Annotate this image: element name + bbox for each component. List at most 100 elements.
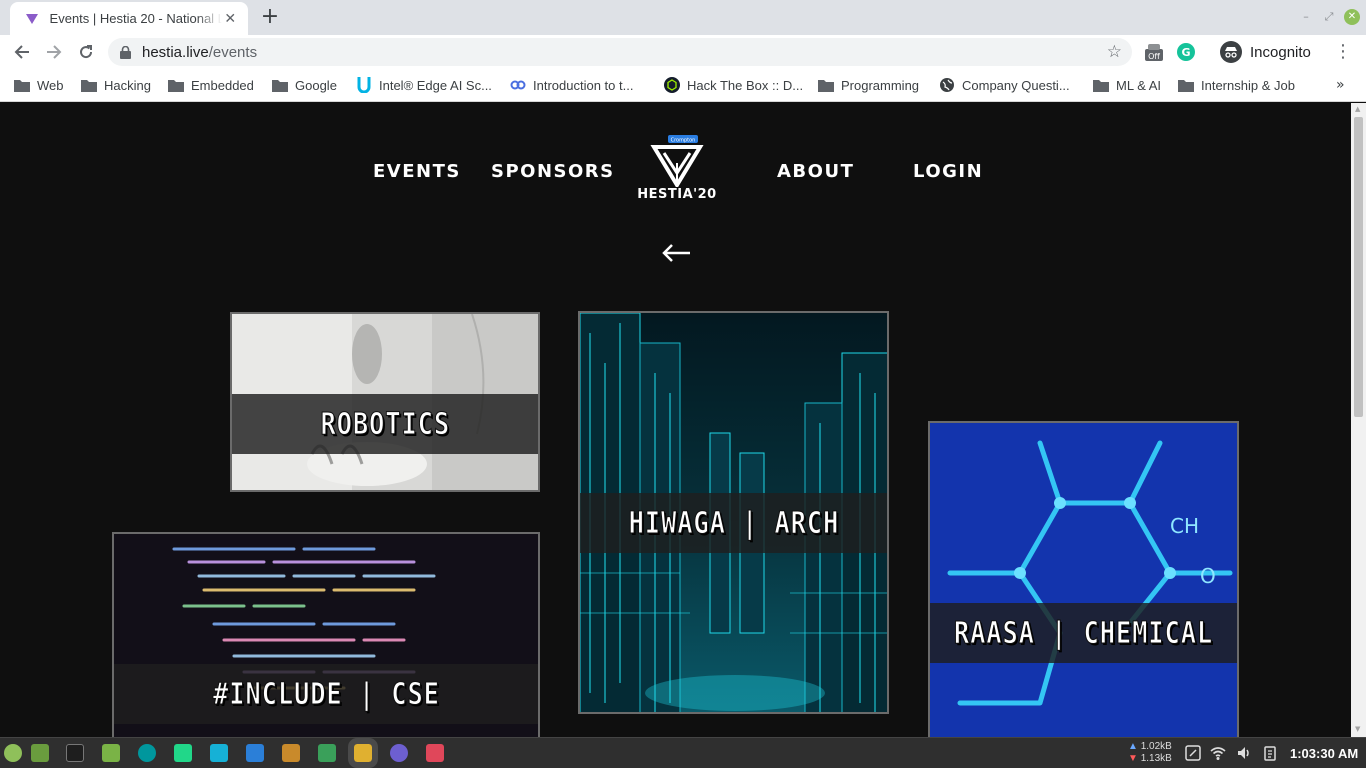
folder-icon — [168, 77, 184, 93]
extension-off-icon[interactable]: Off — [1142, 40, 1166, 64]
svg-text:O: O — [1200, 564, 1216, 588]
molecule-image: CH O — [930, 423, 1237, 737]
net-up: 1.02kB — [1140, 741, 1172, 752]
tab-close-icon[interactable]: ✕ — [222, 11, 238, 27]
bookmark-hacking[interactable]: Hacking — [81, 76, 151, 94]
calculator-icon[interactable] — [318, 744, 336, 762]
folder-icon — [1093, 77, 1109, 93]
link-icon — [510, 77, 526, 93]
os-taskbar: ▲ 1.02kB ▼ 1.13kB 1:03:30 AM — [0, 737, 1366, 768]
folder-icon — [81, 77, 97, 93]
restore-icon[interactable]: ⤢ — [1321, 9, 1337, 25]
globe-icon — [939, 77, 955, 93]
sublime-icon[interactable] — [282, 744, 300, 762]
back-arrow-icon[interactable] — [660, 241, 692, 265]
svg-text:CH: CH — [1170, 514, 1199, 538]
event-card-raasa-chemical[interactable]: CH O RAASA | CHEMICAL — [928, 421, 1239, 737]
bookmark-introduction[interactable]: Introduction to t... — [510, 76, 633, 94]
scroll-thumb[interactable] — [1354, 117, 1363, 417]
folder-icon — [14, 77, 30, 93]
svg-text:G: G — [1181, 46, 1190, 59]
vscode-icon[interactable] — [246, 744, 264, 762]
teams-icon[interactable] — [390, 744, 408, 762]
window-close-icon[interactable]: ✕ — [1344, 9, 1360, 25]
screenshot-tray-icon[interactable] — [1185, 745, 1201, 761]
files-icon[interactable] — [102, 744, 120, 762]
nav-events[interactable]: EVENTS — [373, 161, 461, 182]
udacity-icon — [356, 77, 372, 93]
bookmark-company-questions[interactable]: Company Questi... — [939, 76, 1070, 94]
bookmark-star-icon[interactable]: ☆ — [1107, 43, 1122, 61]
terminal-icon[interactable] — [66, 744, 84, 762]
folder-icon — [818, 77, 834, 93]
mint-menu-icon[interactable] — [4, 744, 22, 762]
arduino-icon[interactable] — [138, 744, 156, 762]
address-bar[interactable]: hestia.live/events ☆ — [108, 38, 1132, 66]
incognito-indicator[interactable]: Incognito — [1214, 38, 1321, 66]
forward-arrow-icon — [47, 45, 62, 59]
card-title-band: RAASA | CHEMICAL — [930, 603, 1237, 663]
clion-icon[interactable] — [174, 744, 192, 762]
screen-recorder-icon[interactable] — [426, 744, 444, 762]
volume-icon[interactable] — [1236, 745, 1252, 761]
bookmark-web[interactable]: Web — [14, 76, 64, 94]
event-card-robotics[interactable]: ROBOTICS — [230, 312, 540, 492]
event-card-hiwaga-arch[interactable]: HIWAGA | ARCH — [578, 311, 889, 714]
bookmark-google[interactable]: Google — [272, 76, 337, 94]
card-title: ROBOTICS — [320, 406, 450, 442]
svg-text:Crompton: Crompton — [671, 138, 696, 144]
scroll-up-icon[interactable]: ▲ — [1355, 105, 1360, 113]
bookmark-embedded[interactable]: Embedded — [168, 76, 254, 94]
hestia-logo-icon: Crompton — [650, 135, 704, 189]
logo-text: HESTIA'20 — [637, 187, 717, 202]
wifi-icon[interactable] — [1210, 745, 1226, 761]
bookmark-ml-ai[interactable]: ML & AI — [1093, 76, 1161, 94]
hestia-logo[interactable]: Crompton HESTIA'20 — [632, 133, 722, 205]
browser-toolbar: hestia.live/events ☆ Off G Incognito ⋮ — [0, 35, 1366, 69]
webstorm-icon[interactable] — [210, 744, 228, 762]
nav-about[interactable]: ABOUT — [777, 161, 854, 182]
hestia-favicon-icon — [24, 11, 40, 27]
page-scrollbar[interactable]: ▲ ▼ — [1351, 103, 1366, 737]
new-tab-button[interactable]: + — [259, 6, 281, 28]
card-title-band: ROBOTICS — [232, 394, 538, 454]
bookmark-internship-job[interactable]: Internship & Job — [1178, 76, 1295, 94]
minimize-icon[interactable]: – — [1298, 9, 1314, 25]
nav-sponsors[interactable]: SPONSORS — [491, 161, 615, 182]
browser-tab[interactable]: Events | Hestia 20 - National Level ✕ — [10, 2, 248, 35]
card-title-band: #INCLUDE | CSE — [114, 664, 538, 724]
incognito-icon — [1220, 41, 1242, 63]
network-speed: ▲ 1.02kB ▼ 1.13kB — [1128, 741, 1172, 764]
show-desktop-icon[interactable] — [31, 744, 49, 762]
lock-icon — [120, 45, 134, 59]
browser-menu-icon[interactable]: ⋮ — [1334, 42, 1352, 62]
web-page: EVENTS SPONSORS Crompton HESTIA'20 ABOUT… — [0, 103, 1351, 737]
bookmark-programming[interactable]: Programming — [818, 76, 919, 94]
clipboard-icon[interactable] — [1262, 745, 1278, 761]
scroll-down-icon[interactable]: ▼ — [1355, 725, 1360, 733]
incognito-label: Incognito — [1250, 43, 1311, 61]
card-title-band: HIWAGA | ARCH — [580, 493, 887, 553]
forward-button[interactable] — [42, 40, 66, 64]
more-bookmarks-button[interactable]: » — [1336, 77, 1345, 93]
net-down: 1.13kB — [1140, 753, 1172, 764]
grammarly-icon[interactable]: G — [1174, 40, 1198, 64]
chrome-taskbar-icon[interactable] — [348, 738, 378, 768]
back-arrow-icon — [14, 45, 29, 59]
clock[interactable]: 1:03:30 AM — [1290, 746, 1358, 761]
htb-icon — [664, 77, 680, 93]
back-button[interactable] — [10, 40, 34, 64]
card-title: #INCLUDE | CSE — [212, 676, 440, 712]
tab-strip: Events | Hestia 20 - National Level ✕ + … — [0, 0, 1366, 35]
card-title: HIWAGA | ARCH — [628, 505, 839, 541]
url-text: hestia.live/events — [142, 43, 258, 61]
reload-icon — [80, 45, 93, 59]
reload-button[interactable] — [74, 40, 98, 64]
bookmark-hack-the-box[interactable]: Hack The Box :: D... — [664, 76, 803, 94]
card-title: RAASA | CHEMICAL — [953, 615, 1214, 651]
folder-icon — [1178, 77, 1194, 93]
folder-icon — [272, 77, 288, 93]
bookmark-intel-edge-ai[interactable]: Intel® Edge AI Sc... — [356, 76, 492, 94]
nav-login[interactable]: LOGIN — [913, 161, 983, 182]
event-card-include-cse[interactable]: #INCLUDE | CSE — [112, 532, 540, 737]
